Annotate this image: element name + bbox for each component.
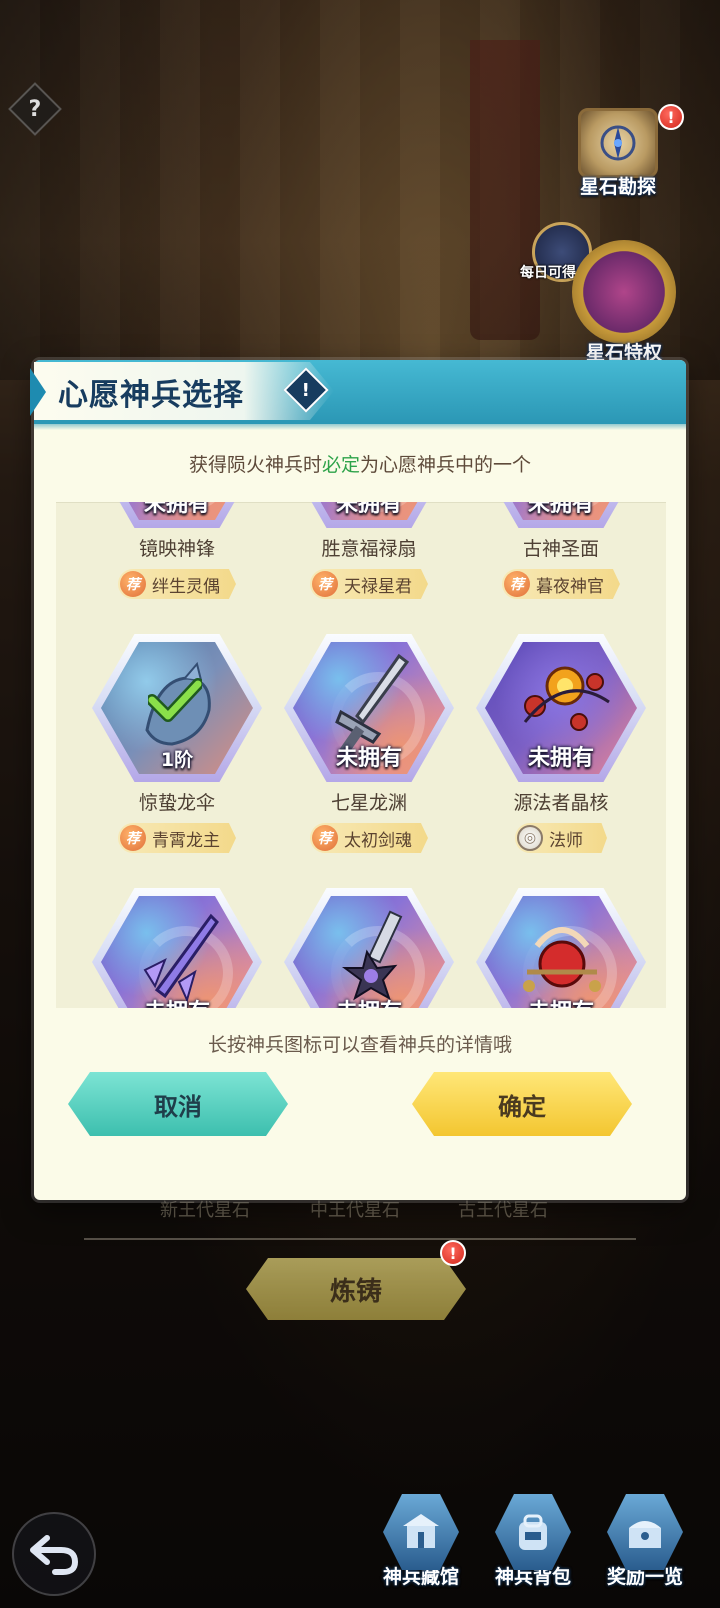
alert-badge: ! <box>658 104 684 130</box>
alert-badge: ! <box>440 1240 466 1266</box>
dialog-subtitle: 获得陨火神兵时必定为心愿神兵中的一个 <box>188 454 532 476</box>
weapon-name: 镜映神锋 <box>138 538 215 560</box>
star-special-button[interactable]: 星石特权 <box>572 240 676 365</box>
weapon-name: 惊蛰龙伞 <box>138 792 215 814</box>
recommend-icon: 荐 <box>312 571 338 597</box>
confirm-label: 确定 <box>498 1092 546 1121</box>
hero-tag: 荐 绊生灵偶 <box>118 569 236 599</box>
weapon-name: 七星龙渊 <box>330 792 407 814</box>
ownership-status: 未拥有 <box>284 994 454 1008</box>
recommend-icon: 荐 <box>120 825 146 851</box>
weapon-item[interactable]: 未拥有 镜映神锋 荐 绊生灵偶 <box>82 502 272 620</box>
weapon-item[interactable]: 未拥有 胜意福禄扇 荐 天禄星君 <box>274 502 464 620</box>
weapon-hex: 未拥有 <box>92 502 262 528</box>
recommend-icon: 荐 <box>120 571 146 597</box>
weapon-grid[interactable]: 未拥有 镜映神锋 荐 绊生灵偶 未拥有 胜意福禄扇 荐 天禄星君 未拥有 古神圣… <box>56 502 666 1008</box>
hero-tag: 荐 青霄龙主 <box>118 823 236 853</box>
weapon-name: 胜意福禄扇 <box>321 538 417 560</box>
recommend-icon: 荐 <box>312 825 338 851</box>
ownership-status: 未拥有 <box>92 994 262 1008</box>
star-explore-button[interactable]: 星石勘探 <box>578 108 658 199</box>
help-icon: ? <box>28 96 42 122</box>
weapon-item[interactable]: 未拥有 <box>82 888 272 1008</box>
weapon-item[interactable]: 未拥有 古神圣面 荐 暮夜神官 <box>466 502 656 620</box>
weapon-item[interactable]: 未拥有 <box>274 888 464 1008</box>
weapon-hex: 未拥有 <box>476 888 646 1008</box>
ownership-status: 未拥有 <box>335 746 402 771</box>
forge-label: 炼铸 <box>329 1276 382 1307</box>
weapon-hex: 未拥有 <box>284 888 454 1008</box>
back-arrow-icon <box>30 1535 79 1575</box>
dialog-header: 心愿神兵选择 ! <box>30 360 686 430</box>
back-button[interactable] <box>12 1512 96 1596</box>
info-icon: ! <box>301 379 311 401</box>
armory-icon <box>383 1494 459 1570</box>
ownership-status: 未拥有 <box>527 746 594 771</box>
recommend-icon: 荐 <box>504 571 530 597</box>
divider <box>84 1238 636 1240</box>
mage-class-icon: ◎ <box>517 825 543 851</box>
weapon-item-selected[interactable]: 1阶 惊蛰龙伞 荐 青霄龙主 <box>82 634 272 874</box>
class-tag: ◎ 法师 <box>515 823 607 853</box>
weapon-name: 古神圣面 <box>522 538 599 560</box>
weapon-hex: 未拥有 <box>284 502 454 528</box>
star-explore-label: 星石勘探 <box>579 176 656 198</box>
compass-map-icon <box>578 108 658 178</box>
daily-label: 每日可得 <box>520 265 576 281</box>
weapon-hex: 未拥有 <box>476 502 646 528</box>
reward-chest-icon <box>607 1494 683 1570</box>
backpack-icon <box>495 1494 571 1570</box>
nav-rewards[interactable]: 奖励一览 <box>590 1494 700 1604</box>
emblem-icon <box>572 240 676 344</box>
ownership-status: 未拥有 <box>476 994 646 1008</box>
weapon-hex: 未拥有 <box>476 634 646 782</box>
forge-button[interactable]: 炼铸 <box>246 1258 466 1320</box>
tier-labels: 新王代星石 中王代星石 古王代星石 <box>0 1196 720 1226</box>
long-press-hint: 长按神兵图标可以查看神兵的详情哦 <box>207 1034 512 1056</box>
weapon-item[interactable]: 未拥有 <box>466 888 656 1008</box>
orb-core-icon <box>523 666 610 731</box>
weapon-hex: 1阶 <box>92 634 262 782</box>
bell-orb-icon <box>523 927 601 992</box>
weapon-hex: 未拥有 <box>284 634 454 782</box>
ownership-status: 未拥有 <box>335 502 402 517</box>
mace-icon <box>342 910 403 1001</box>
cancel-button[interactable]: 取消 <box>68 1072 288 1136</box>
ownership-status: 未拥有 <box>143 502 210 517</box>
hero-tag: 荐 暮夜神官 <box>502 569 620 599</box>
wish-weapon-dialog: 心愿神兵选择 ! 获得陨火神兵时必定为心愿神兵中的一个 未拥有 镜映神锋 荐 绊… <box>30 360 686 1200</box>
ownership-status: 未拥有 <box>527 502 594 517</box>
hero-tag: 荐 天禄星君 <box>310 569 428 599</box>
weapon-hex: 未拥有 <box>92 888 262 1008</box>
nav-armory[interactable]: 神兵藏馆 <box>366 1494 476 1604</box>
cancel-label: 取消 <box>154 1092 202 1121</box>
selected-check-icon <box>148 678 202 722</box>
nav-backpack[interactable]: 神兵背包 <box>478 1494 588 1604</box>
weapon-name: 源法者晶核 <box>513 792 609 814</box>
weapon-item[interactable]: 未拥有 七星龙渊 荐 太初剑魂 <box>274 634 464 874</box>
confirm-button[interactable]: 确定 <box>412 1072 632 1136</box>
hero-tag: 荐 太初剑魂 <box>310 823 428 853</box>
dialog-title: 心愿神兵选择 <box>58 378 244 413</box>
tier-level: 1阶 <box>160 749 194 771</box>
weapon-item[interactable]: 未拥有 源法者晶核 ◎ 法师 <box>466 634 656 874</box>
